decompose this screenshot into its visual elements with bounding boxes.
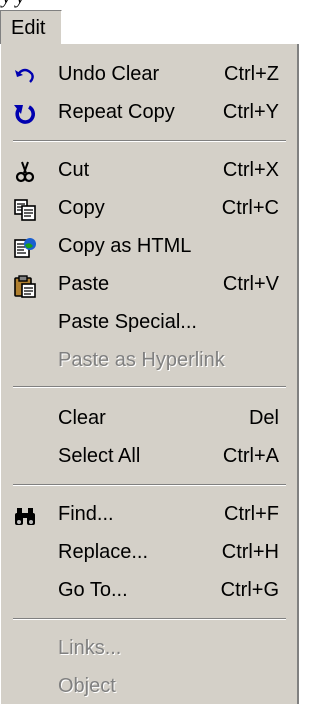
menu-item-label: Clear — [58, 407, 106, 429]
menu-item-shortcut: Ctrl+Y — [222, 101, 279, 123]
menu-item-label: Find... — [58, 503, 114, 525]
menu-item-label: Paste Special... — [58, 311, 197, 333]
undo-icon — [13, 64, 37, 88]
menu-item-paste-special[interactable]: Paste Special... — [1, 304, 298, 342]
menu-item-copy-as-html[interactable]: Copy as HTML — [1, 228, 298, 266]
menu-item-label: Go To... — [58, 579, 128, 601]
menu-item-label: Copy — [58, 197, 105, 219]
menu-item-shortcut: Ctrl+X — [222, 159, 279, 181]
menu-item-find[interactable]: Find... Ctrl+F — [1, 496, 298, 534]
menu-item-paste-as-hyperlink: Paste as Hyperlink — [1, 342, 298, 380]
menu-item-repeat-copy[interactable]: Repeat Copy Ctrl+Y — [1, 94, 298, 132]
menu-item-replace[interactable]: Replace... Ctrl+H — [1, 534, 298, 572]
menu-item-object: Object — [1, 668, 298, 706]
clipboard-icon — [13, 274, 37, 298]
menubar-edit-label: Edit — [11, 17, 46, 39]
copy-as-html-icon — [13, 236, 37, 260]
menu-item-shortcut: Ctrl+H — [221, 541, 279, 563]
menu-item-label: Paste — [58, 273, 110, 295]
menu-item-go-to[interactable]: Go To... Ctrl+G — [1, 572, 298, 610]
menu-item-paste[interactable]: Paste Ctrl+V — [1, 266, 298, 304]
menu-item-shortcut: Ctrl+Z — [224, 63, 279, 85]
menu-item-label: Repeat Copy — [58, 101, 175, 123]
menu-separator — [13, 618, 286, 620]
menu-item-label: Paste as Hyperlink — [58, 349, 225, 371]
menu-separator — [13, 386, 286, 388]
menu-item-label: Links... — [58, 637, 122, 659]
menubar-edit[interactable]: Edit — [0, 10, 62, 44]
menu-item-copy[interactable]: Copy Ctrl+C — [1, 190, 298, 228]
menu-item-shortcut: Del — [248, 407, 279, 429]
menu-item-undo-clear[interactable]: Undo Clear Ctrl+Z — [1, 56, 298, 94]
edit-dropdown-menu: Undo Clear Ctrl+Z Repeat Copy Ctrl+Y Cut… — [0, 44, 299, 704]
menu-item-cut[interactable]: Cut Ctrl+X — [1, 152, 298, 190]
menu-item-shortcut: Ctrl+V — [222, 273, 279, 295]
menu-item-shortcut: Ctrl+C — [221, 197, 279, 219]
menu-item-select-all[interactable]: Select All Ctrl+A — [1, 438, 298, 476]
menu-item-label: Cut — [58, 159, 90, 181]
menu-item-shortcut: Ctrl+A — [222, 445, 279, 467]
menu-item-clear[interactable]: Clear Del — [1, 400, 298, 438]
scissors-icon — [13, 160, 37, 184]
menu-item-label: Object — [58, 675, 116, 697]
caption-text: y y — [2, 0, 25, 9]
binoculars-icon — [13, 504, 37, 528]
menu-item-label: Replace... — [58, 541, 149, 563]
copy-icon — [13, 198, 37, 222]
repeat-icon — [13, 102, 37, 126]
window-caption-fragment: y y — [0, 0, 315, 10]
menu-item-shortcut: Ctrl+G — [220, 579, 279, 601]
menu-separator — [13, 140, 286, 142]
menu-separator — [13, 484, 286, 486]
menu-item-links: Links... — [1, 630, 298, 668]
menu-item-label: Copy as HTML — [58, 235, 192, 257]
menu-item-shortcut: Ctrl+F — [224, 503, 279, 525]
menu-item-label: Select All — [58, 445, 141, 467]
menu-item-label: Undo Clear — [58, 63, 160, 85]
